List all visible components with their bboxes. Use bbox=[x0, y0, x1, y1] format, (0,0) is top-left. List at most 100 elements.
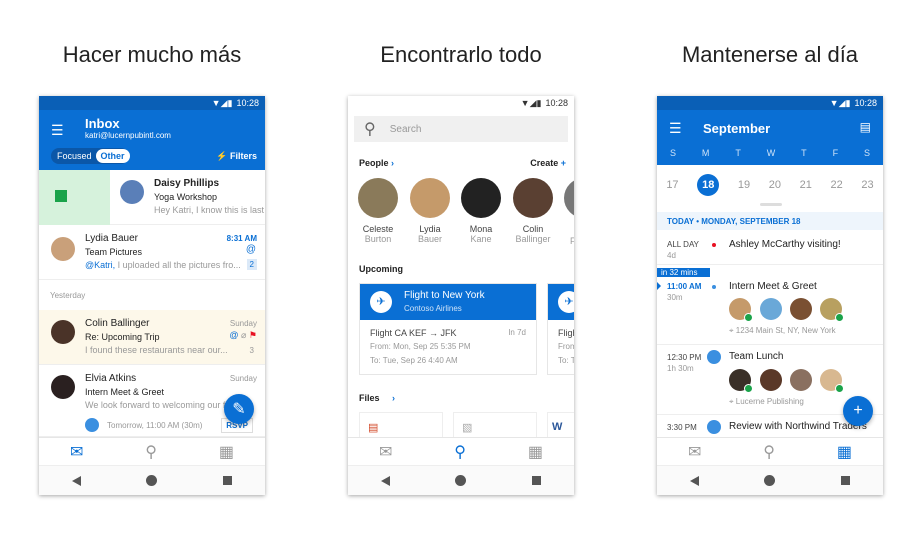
calendar-icon[interactable]: ▦ bbox=[528, 442, 543, 462]
subject: Yoga Workshop bbox=[154, 192, 218, 202]
flight-card[interactable]: ✈ Flight to New York Contoso Airlines Fl… bbox=[359, 283, 537, 375]
people-link[interactable]: People › bbox=[359, 158, 394, 168]
create-button[interactable]: Create + bbox=[530, 158, 566, 168]
date[interactable]: 23 bbox=[861, 179, 873, 191]
avatar bbox=[461, 178, 501, 218]
status-bar: ▼◢▮ 10:28 bbox=[657, 96, 883, 110]
preview: We look forward to welcoming our fall bbox=[85, 400, 235, 410]
back-icon[interactable] bbox=[71, 475, 81, 486]
avatar bbox=[51, 320, 75, 344]
date[interactable]: 22 bbox=[831, 179, 843, 191]
avatar bbox=[51, 237, 75, 261]
status-bar: ▼◢▮ 10:28 bbox=[39, 96, 265, 110]
attendee-avatar bbox=[820, 369, 844, 393]
time: 8:31 AM bbox=[226, 234, 257, 243]
chevron-right-icon: › bbox=[392, 393, 396, 403]
airplane-icon: ✈ bbox=[558, 291, 574, 313]
focused-other-toggle[interactable]: Focused Other bbox=[51, 148, 130, 164]
search-icon[interactable]: ⚲ bbox=[454, 442, 466, 462]
plus-icon: + bbox=[853, 402, 863, 419]
recents-icon[interactable] bbox=[223, 476, 233, 485]
android-nav bbox=[348, 465, 574, 495]
message-lydia[interactable]: Lydia Bauer Team Pictures @Katri, I uplo… bbox=[39, 225, 265, 280]
sender: Lydia Bauer bbox=[85, 233, 138, 244]
date[interactable]: 19 bbox=[738, 179, 750, 191]
archive-icon bbox=[55, 190, 67, 202]
search-icon[interactable]: ⚲ bbox=[763, 442, 775, 462]
wifi-icon: ▼◢▮ bbox=[520, 97, 542, 108]
menu-icon[interactable]: ☰ bbox=[51, 122, 64, 139]
location-pin-icon: ⌖ bbox=[729, 397, 734, 406]
menu-icon[interactable]: ☰ bbox=[669, 120, 682, 137]
date[interactable]: 20 bbox=[769, 179, 781, 191]
event-location: ⌖ 1234 Main St, NY, New York bbox=[729, 326, 836, 335]
compose-button[interactable]: ✎ bbox=[224, 394, 254, 424]
recents-icon[interactable] bbox=[532, 476, 542, 485]
agenda-view-icon[interactable]: ▤ bbox=[860, 120, 871, 134]
date-selected[interactable]: 18 bbox=[697, 174, 720, 196]
bottom-tabs: ✉ ⚲ ▦ bbox=[348, 437, 574, 465]
building-icon bbox=[707, 420, 721, 434]
section-yesterday: Yesterday bbox=[50, 291, 86, 300]
calendar-icon bbox=[85, 418, 99, 432]
event-intern[interactable]: 11:00 AM 30m Intern Meet & Greet ⌖ 1234 … bbox=[657, 278, 883, 345]
attendee-avatar bbox=[729, 298, 753, 322]
calendar-header: ☰ September ▤ SMTWTFS bbox=[657, 110, 883, 165]
event-allday[interactable]: ALL DAY 4d Ashley McCarthy visiting! bbox=[657, 232, 883, 265]
back-icon[interactable] bbox=[380, 475, 390, 486]
person-0[interactable]: Celeste Burton bbox=[356, 178, 400, 244]
plus-icon: + bbox=[560, 158, 566, 168]
time: Sunday bbox=[229, 374, 257, 383]
mail-icon[interactable]: ✉ bbox=[379, 442, 392, 462]
month-title[interactable]: September bbox=[703, 121, 770, 136]
back-icon[interactable] bbox=[689, 475, 699, 486]
search-icon[interactable]: ⚲ bbox=[145, 442, 157, 462]
search-icon: ⚲ bbox=[364, 121, 376, 138]
bottom-tabs: ✉ ⚲ ▦ bbox=[657, 437, 883, 465]
date[interactable]: 21 bbox=[800, 179, 812, 191]
message-daisy[interactable]: Daisy Phillips Yoga Workshop Hey Katri, … bbox=[39, 170, 265, 225]
avatar bbox=[564, 178, 574, 218]
mail-icon[interactable]: ✉ bbox=[688, 442, 701, 462]
chevron-right-icon: › bbox=[391, 158, 395, 168]
avatar bbox=[51, 375, 75, 399]
home-icon[interactable] bbox=[146, 475, 158, 486]
pdf-file-icon: ▤ bbox=[368, 422, 379, 434]
recents-icon[interactable] bbox=[841, 476, 851, 485]
calendar-icon[interactable]: ▦ bbox=[837, 442, 852, 462]
message-colin[interactable]: Colin Ballinger Re: Upcoming Trip I foun… bbox=[39, 310, 265, 365]
sender: Colin Ballinger bbox=[85, 318, 150, 329]
new-event-button[interactable]: + bbox=[843, 396, 873, 426]
files-link[interactable]: Files › bbox=[359, 393, 395, 403]
flight-card-2[interactable]: ✈ Fligh From To: T bbox=[547, 283, 574, 375]
avatar bbox=[358, 178, 398, 218]
wifi-icon: ▼◢▮ bbox=[211, 97, 233, 108]
word-file-icon: W bbox=[552, 421, 563, 433]
search-input[interactable]: ⚲ Search bbox=[354, 116, 568, 142]
home-icon[interactable] bbox=[764, 475, 776, 486]
title-middle: Encontrarlo todo bbox=[380, 42, 542, 67]
date[interactable]: 17 bbox=[666, 179, 678, 191]
person-3[interactable]: Colin Ballinger bbox=[508, 178, 558, 244]
filters-button[interactable]: ⚡ Filters bbox=[216, 151, 257, 162]
event-dot bbox=[712, 285, 716, 289]
today-header: TODAY • MONDAY, SEPTEMBER 18 bbox=[657, 212, 883, 230]
mail-icon[interactable]: ✉ bbox=[70, 442, 83, 462]
tab-focused[interactable]: Focused bbox=[51, 151, 96, 161]
phone-calendar: ▼◢▮ 10:28 ☰ September ▤ SMTWTFS 17 18 19 2… bbox=[657, 96, 883, 495]
avatar bbox=[410, 178, 450, 218]
home-icon[interactable] bbox=[455, 475, 467, 486]
tab-other[interactable]: Other bbox=[95, 149, 130, 163]
attendee-avatar bbox=[790, 369, 812, 391]
calendar-icon[interactable]: ▦ bbox=[219, 442, 234, 462]
count-badge: 3 bbox=[249, 346, 254, 355]
upcoming-label: Upcoming bbox=[359, 264, 403, 274]
attendee-avatar bbox=[729, 369, 753, 393]
count-badge: 2 bbox=[246, 259, 257, 270]
lightning-icon: ⚡ bbox=[216, 151, 228, 161]
person-4[interactable]: F bbox=[564, 178, 574, 246]
person-2[interactable]: Mona Kane bbox=[459, 178, 503, 244]
subject: Team Pictures bbox=[85, 247, 143, 257]
drag-handle[interactable] bbox=[760, 203, 782, 206]
person-1[interactable]: Lydia Bauer bbox=[408, 178, 452, 244]
